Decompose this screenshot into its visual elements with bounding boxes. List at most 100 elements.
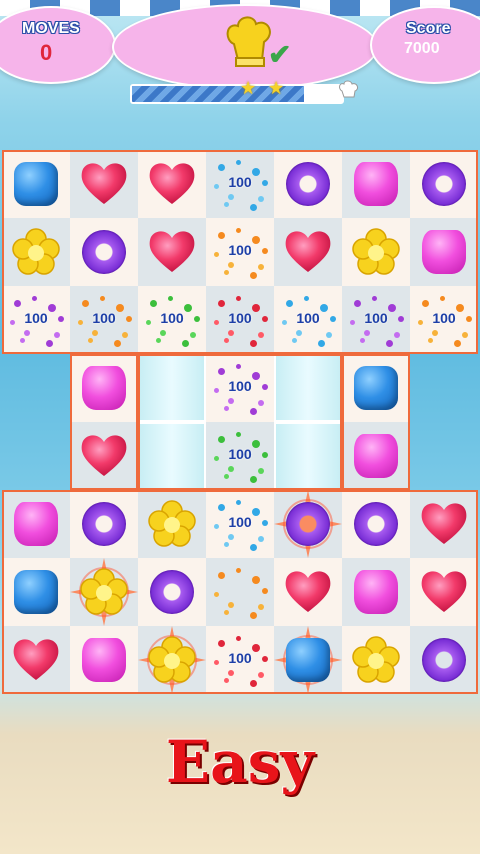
red-heart-candy[interactable] bbox=[80, 160, 128, 206]
pop-particle bbox=[296, 330, 302, 336]
board-cell[interactable] bbox=[274, 490, 342, 558]
board-cell[interactable] bbox=[342, 422, 410, 490]
board-cell[interactable]: 100 bbox=[410, 286, 478, 354]
board-cell bbox=[138, 354, 206, 422]
board-cell[interactable] bbox=[70, 218, 138, 286]
yellow-flower-candy[interactable] bbox=[12, 228, 60, 276]
board-cell[interactable]: 100 bbox=[70, 286, 138, 354]
red-heart-candy[interactable] bbox=[148, 160, 196, 206]
red-heart-candy[interactable] bbox=[284, 228, 332, 274]
pop-particle bbox=[218, 572, 225, 579]
pink-pillow-candy[interactable] bbox=[82, 638, 126, 682]
board-cell[interactable]: 100 bbox=[274, 286, 342, 354]
score-value: 7000 bbox=[404, 40, 440, 57]
board-cell[interactable] bbox=[2, 626, 70, 694]
board-cell[interactable] bbox=[70, 422, 138, 490]
purple-ring-candy[interactable] bbox=[82, 230, 126, 274]
yellow-flower-candy[interactable] bbox=[80, 568, 128, 616]
board-cell[interactable] bbox=[2, 218, 70, 286]
board-cell[interactable]: 100 bbox=[206, 354, 274, 422]
yellow-flower-candy[interactable] bbox=[352, 636, 400, 684]
pink-pillow-candy[interactable] bbox=[354, 434, 398, 478]
board-cell[interactable]: 100 bbox=[206, 150, 274, 218]
board-cell[interactable] bbox=[342, 558, 410, 626]
board-cell[interactable] bbox=[410, 558, 478, 626]
pop-particle bbox=[228, 330, 234, 336]
red-heart-candy[interactable] bbox=[12, 636, 60, 682]
board-cell[interactable] bbox=[410, 626, 478, 694]
board-cell[interactable] bbox=[342, 218, 410, 286]
pop-particle bbox=[88, 338, 93, 343]
pink-pillow-candy[interactable] bbox=[14, 502, 58, 546]
red-heart-candy[interactable] bbox=[80, 432, 128, 478]
board-cell[interactable]: 100 bbox=[342, 286, 410, 354]
board-cell[interactable] bbox=[70, 490, 138, 558]
pop-particle bbox=[250, 408, 257, 415]
pink-pillow-candy[interactable] bbox=[82, 366, 126, 410]
board-cell[interactable] bbox=[138, 558, 206, 626]
board-cell[interactable] bbox=[138, 490, 206, 558]
board-cell[interactable] bbox=[138, 150, 206, 218]
board-cell[interactable]: 100 bbox=[206, 218, 274, 286]
board-cell[interactable] bbox=[206, 558, 274, 626]
pop-particle bbox=[394, 332, 400, 338]
points-popup: 100 bbox=[296, 310, 320, 326]
yellow-flower-candy[interactable] bbox=[148, 500, 196, 548]
board-cell[interactable] bbox=[70, 626, 138, 694]
board-cell[interactable]: 100 bbox=[206, 422, 274, 490]
pop-particle bbox=[218, 436, 225, 443]
board-cell[interactable] bbox=[138, 626, 206, 694]
board-cell[interactable] bbox=[274, 150, 342, 218]
board-cell[interactable]: 100 bbox=[138, 286, 206, 354]
board-cell[interactable] bbox=[342, 490, 410, 558]
board-cell[interactable] bbox=[2, 150, 70, 218]
board-cell[interactable] bbox=[274, 218, 342, 286]
purple-ring-candy[interactable] bbox=[286, 162, 330, 206]
board-cell[interactable] bbox=[70, 354, 138, 422]
red-heart-candy[interactable] bbox=[284, 568, 332, 614]
blue-cube-candy[interactable] bbox=[354, 366, 398, 410]
board-cell[interactable] bbox=[410, 150, 478, 218]
pink-pillow-candy[interactable] bbox=[422, 230, 466, 274]
pink-pillow-candy[interactable] bbox=[354, 162, 398, 206]
blue-cube-candy[interactable] bbox=[286, 638, 330, 682]
board-cell bbox=[138, 422, 206, 490]
yellow-flower-candy[interactable] bbox=[352, 228, 400, 276]
purple-ring-candy[interactable] bbox=[150, 570, 194, 614]
pop-particle bbox=[262, 588, 268, 594]
purple-ring-candy[interactable] bbox=[82, 502, 126, 546]
board-cell[interactable]: 100 bbox=[2, 286, 70, 354]
pop-particle bbox=[224, 406, 229, 411]
purple-ring-candy[interactable] bbox=[422, 162, 466, 206]
purple-ring-candy[interactable] bbox=[422, 638, 466, 682]
board-cell[interactable] bbox=[342, 354, 410, 422]
red-heart-candy[interactable] bbox=[420, 500, 468, 546]
yellow-flower-candy[interactable] bbox=[148, 636, 196, 684]
board-cell[interactable] bbox=[274, 558, 342, 626]
board-cell[interactable] bbox=[138, 218, 206, 286]
board-cell[interactable] bbox=[342, 626, 410, 694]
board-cell[interactable] bbox=[410, 218, 478, 286]
board-cell[interactable] bbox=[70, 558, 138, 626]
points-popup: 100 bbox=[228, 310, 252, 326]
pop-particle bbox=[214, 592, 219, 597]
board-cell[interactable] bbox=[342, 150, 410, 218]
purple-ring-candy[interactable] bbox=[354, 502, 398, 546]
pink-pillow-candy[interactable] bbox=[354, 570, 398, 614]
board-cell[interactable] bbox=[410, 490, 478, 558]
blue-cube-candy[interactable] bbox=[14, 570, 58, 614]
blue-cube-candy[interactable] bbox=[14, 162, 58, 206]
pop-particle bbox=[250, 544, 257, 551]
red-heart-candy[interactable] bbox=[420, 568, 468, 614]
pop-particle bbox=[114, 340, 121, 347]
board-cell[interactable]: 100 bbox=[206, 490, 274, 558]
red-heart-candy[interactable] bbox=[148, 228, 196, 274]
board-cell[interactable] bbox=[274, 626, 342, 694]
purple-ring-candy[interactable] bbox=[286, 502, 330, 546]
board-cell[interactable] bbox=[2, 490, 70, 558]
board-cell[interactable] bbox=[2, 558, 70, 626]
pop-particle bbox=[236, 500, 241, 505]
board-cell[interactable]: 100 bbox=[206, 286, 274, 354]
board-cell[interactable] bbox=[70, 150, 138, 218]
board-cell[interactable]: 100 bbox=[206, 626, 274, 694]
